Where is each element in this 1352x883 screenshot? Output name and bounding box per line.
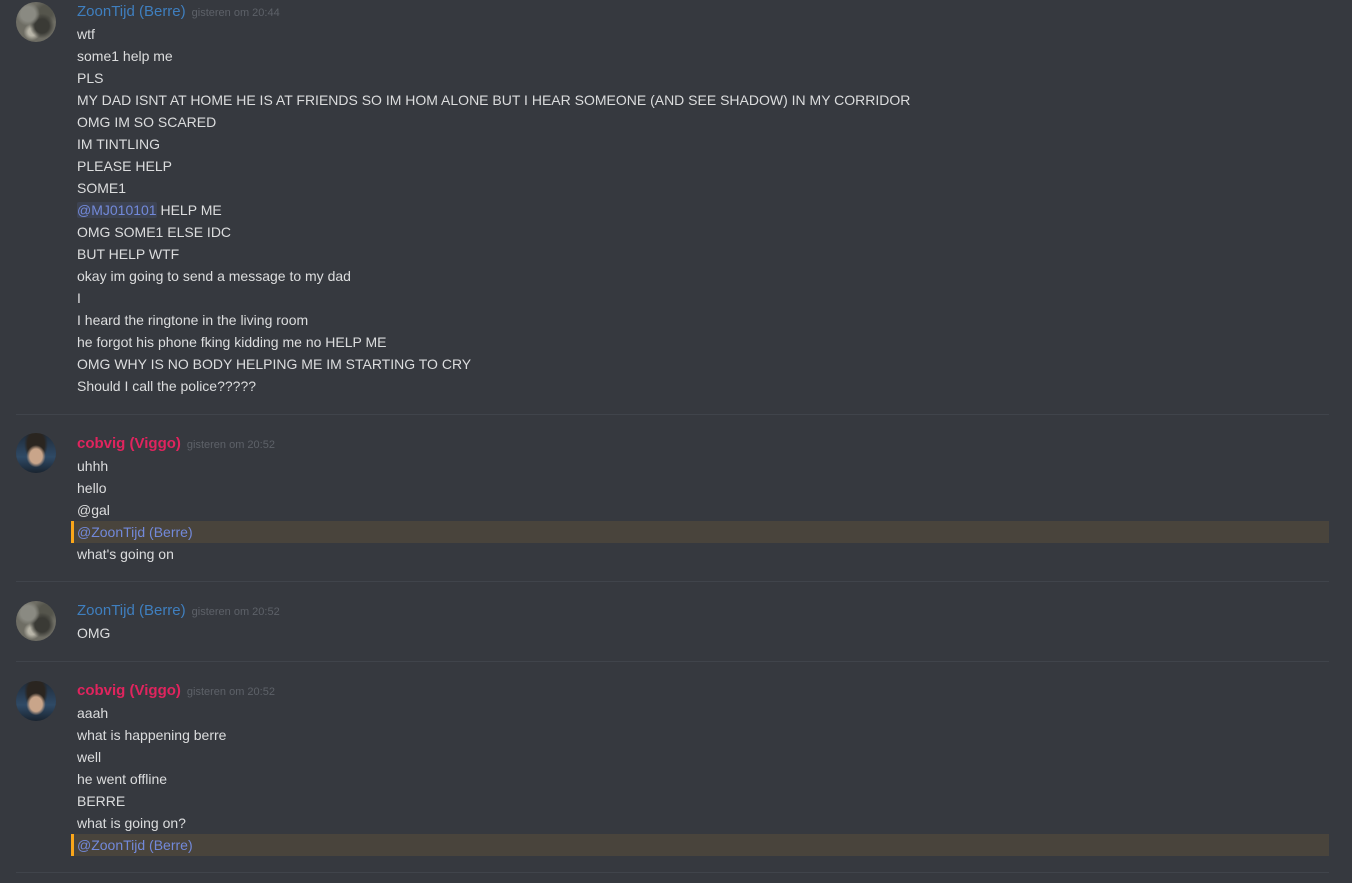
user-mention[interactable]: @MJ010101 xyxy=(77,202,157,218)
timestamp: gisteren om 20:52 xyxy=(186,686,275,698)
message-line: he forgot his phone fking kidding me no … xyxy=(77,334,387,350)
message-line: OMG WHY IS NO BODY HELPING ME IM STARTIN… xyxy=(77,356,472,372)
message-line: BUT HELP WTF xyxy=(77,246,180,262)
message-group: cobvig (Viggo) gisteren om 20:52 aaah wha… xyxy=(16,662,1329,873)
timestamp: gisteren om 20:52 xyxy=(186,439,275,451)
message-line: @gal xyxy=(77,502,110,518)
cobvig-avatar[interactable] xyxy=(16,681,56,721)
username[interactable]: cobvig (Viggo) xyxy=(77,682,181,699)
message-header: ZoonTijd (Berre) gisteren om 20:52 xyxy=(77,601,280,621)
message-line: Should I call the police????? xyxy=(77,378,257,394)
message-line: OMG IM SO SCARED xyxy=(77,114,217,130)
user-mention[interactable]: @ZoonTijd (Berre) xyxy=(77,524,193,540)
message-line: OMG xyxy=(77,625,111,641)
timestamp: gisteren om 20:44 xyxy=(191,7,280,19)
username[interactable]: ZoonTijd (Berre) xyxy=(77,3,186,20)
message-line: PLEASE HELP xyxy=(77,158,172,174)
message-line: IM TINTLING xyxy=(77,136,160,152)
username[interactable]: cobvig (Viggo) xyxy=(77,435,181,452)
message-line: hello xyxy=(77,480,107,496)
message-line: he went offline xyxy=(77,771,168,787)
message-text: HELP ME xyxy=(156,202,222,218)
username[interactable]: ZoonTijd (Berre) xyxy=(77,602,186,619)
cobvig-avatar[interactable] xyxy=(16,433,56,473)
message-group: ZoonTijd (Berre) gisteren om 20:44 wtf so… xyxy=(16,0,1329,415)
message-line: OMG SOME1 ELSE IDC xyxy=(77,224,232,240)
user-mention[interactable]: @ZoonTijd (Berre) xyxy=(77,837,193,853)
message-line: @MJ010101 HELP ME xyxy=(77,199,1329,221)
message-line: MY DAD ISNT AT HOME HE IS AT FRIENDS SO … xyxy=(77,92,911,108)
message-line: well xyxy=(77,749,102,765)
message-group: ZoonTijd (Berre) gisteren om 20:52 OMG xyxy=(16,582,1329,662)
zoontijd-avatar[interactable] xyxy=(16,2,56,42)
mention-highlight-line: @ZoonTijd (Berre) xyxy=(71,521,1329,543)
message-line: BERRE xyxy=(77,793,126,809)
message-line: I heard the ringtone in the living room xyxy=(77,312,309,328)
message-line: wtf xyxy=(77,26,95,42)
message-group: cobvig (Viggo) gisteren om 20:52 uhhh hel… xyxy=(16,415,1329,582)
message-line: what is happening berre xyxy=(77,727,227,743)
chat-messages: ZoonTijd (Berre) gisteren om 20:44 wtf so… xyxy=(0,0,1352,883)
message-line: PLS xyxy=(77,70,104,86)
message-line: some1 help me xyxy=(77,48,173,64)
zoontijd-avatar[interactable] xyxy=(16,601,56,641)
message-header: ZoonTijd (Berre) gisteren om 20:44 xyxy=(77,2,280,22)
message-line: what's going on xyxy=(77,546,174,562)
message-line: SOME1 xyxy=(77,180,127,196)
timestamp: gisteren om 20:52 xyxy=(191,606,280,618)
message-line: what is going on? xyxy=(77,815,186,831)
message-line: aaah xyxy=(77,705,109,721)
message-line: uhhh xyxy=(77,458,109,474)
message-header: cobvig (Viggo) gisteren om 20:52 xyxy=(77,434,275,454)
message-header: cobvig (Viggo) gisteren om 20:52 xyxy=(77,681,275,701)
message-line: I xyxy=(77,290,81,306)
message-line: okay im going to send a message to my da… xyxy=(77,268,351,284)
mention-highlight-line: @ZoonTijd (Berre) xyxy=(71,834,1329,856)
